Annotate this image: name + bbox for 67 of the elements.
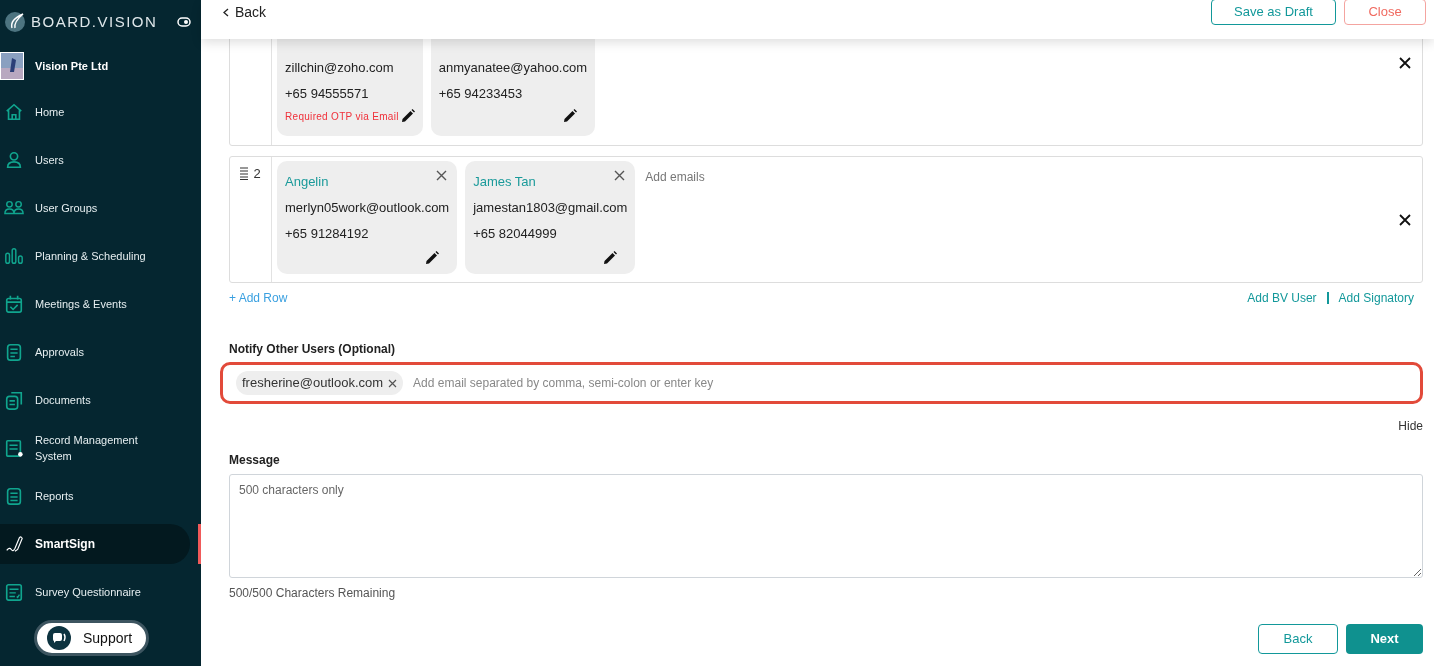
close-icon[interactable] <box>436 170 448 181</box>
signer-email: merlyn05work@outlook.com <box>285 199 450 215</box>
notify-label: Notify Other Users (Optional) <box>229 341 396 358</box>
edit-icon[interactable] <box>425 251 440 265</box>
support-button[interactable]: Support <box>34 620 150 656</box>
add-signatory-link[interactable]: Add Signatory <box>1338 289 1414 307</box>
remove-row-icon[interactable] <box>1399 213 1411 226</box>
active-indicator <box>198 524 201 564</box>
nav-item[interactable]: Planning & Scheduling <box>0 236 190 276</box>
nav-item[interactable]: Users <box>0 140 190 180</box>
nav-icon <box>4 390 24 410</box>
brand-name: BOARD.VISION <box>31 11 158 32</box>
signer-name: James Tan <box>473 173 536 189</box>
email-input[interactable]: Add email separated by comma, semi-colon or enter key <box>413 374 1420 392</box>
nav-item[interactable]: Home <box>0 92 190 132</box>
add-bv-user-link[interactable]: Add BV User <box>1247 289 1317 307</box>
nav-item[interactable]: User Groups <box>0 188 190 228</box>
toggle-icon[interactable] <box>177 17 191 27</box>
nav-item[interactable]: Documents <box>0 380 190 420</box>
signer-phone: +65 94233453 <box>438 85 524 101</box>
organization-name: Vision Pte Ltd <box>35 58 109 74</box>
signer-email: zillchin@zoho.com <box>285 59 395 75</box>
drag-handle-icon[interactable] <box>240 167 249 180</box>
chat-icon <box>47 626 71 650</box>
close-icon[interactable] <box>614 170 626 181</box>
remove-chip-icon[interactable] <box>388 378 398 388</box>
notify-email-field[interactable]: fresherine@outlook.com Add email separated by comma, semi-colon or enter key <box>220 362 1423 404</box>
logo-icon <box>4 11 26 33</box>
nav-icon <box>4 486 24 506</box>
message-field[interactable]: 500 characters only <box>229 474 1423 578</box>
add-emails-field[interactable]: Add emails <box>645 168 796 186</box>
nav-icon <box>4 582 24 602</box>
edit-icon[interactable] <box>563 109 578 123</box>
row-number: 2 <box>253 167 261 181</box>
nav-item[interactable]: Record Management System <box>0 428 190 468</box>
nav-icon <box>4 534 24 554</box>
separator <box>1326 292 1329 304</box>
signer-phone: +65 91284192 <box>285 225 370 241</box>
next-button[interactable]: Next <box>1346 624 1423 654</box>
edit-icon[interactable] <box>400 109 415 123</box>
signer-email: anmyanatee@yahoo.com <box>438 59 588 75</box>
back-button[interactable]: Back <box>1258 624 1338 654</box>
nav-item[interactable]: Survey Questionnaire <box>0 572 190 612</box>
nav-item[interactable]: SmartSign <box>0 524 190 564</box>
email-chip: fresherine@outlook.com <box>236 371 404 395</box>
back-link[interactable]: Back <box>223 2 267 23</box>
nav-icon <box>4 102 24 122</box>
nav-item[interactable]: Approvals <box>0 332 190 372</box>
message-label: Message <box>229 452 281 469</box>
hide-link[interactable]: Hide <box>1398 417 1423 435</box>
signer-email: jamestan1803@gmail.com <box>473 199 628 215</box>
characters-remaining: 500/500 Characters Remaining <box>229 585 397 602</box>
nav-item[interactable]: Reports <box>0 476 190 516</box>
nav-icon <box>4 150 24 170</box>
signer-name: Angelin <box>285 173 329 189</box>
edit-icon[interactable] <box>603 251 618 265</box>
remove-row-icon[interactable] <box>1399 57 1411 69</box>
signer-phone: +65 82044999 <box>473 225 558 241</box>
chevron-left-icon <box>223 8 229 17</box>
nav-icon <box>4 342 24 362</box>
nav-icon <box>4 438 24 458</box>
nav-item[interactable]: Meetings & Events <box>0 284 190 324</box>
nav-icon <box>4 246 24 266</box>
signer-phone: +65 94555571 <box>285 85 370 101</box>
save-draft-button[interactable]: Save as Draft <box>1211 0 1336 25</box>
nav-icon <box>4 294 24 314</box>
otp-note: Required OTP via Email <box>285 109 399 124</box>
